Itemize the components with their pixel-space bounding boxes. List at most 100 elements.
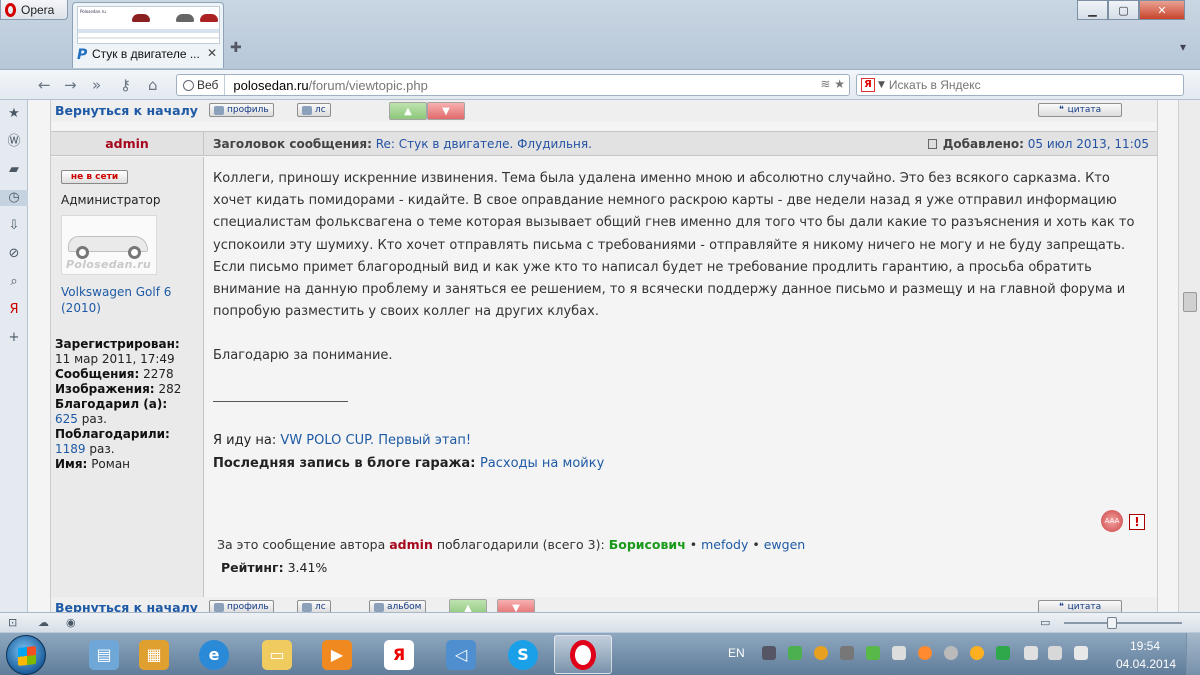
add-panel-icon[interactable]: + [6, 330, 22, 346]
thanks-user-link[interactable]: mefody [701, 537, 748, 552]
profile-button[interactable]: профиль [209, 600, 274, 612]
fast-forward-icon[interactable]: » [92, 76, 101, 94]
scrollbar-thumb[interactable] [1183, 292, 1197, 312]
close-window-icon[interactable]: ✕ [1139, 0, 1185, 20]
taskbar-app-internet-explorer[interactable]: e [185, 635, 243, 674]
bookmarks-star-icon[interactable]: ★ [6, 106, 22, 122]
vertical-scrollbar[interactable] [1178, 100, 1200, 612]
signature-blog-link[interactable]: Расходы на мойку [480, 456, 604, 471]
thanks-separator: • [689, 537, 698, 552]
yandex-icon[interactable]: Я [861, 78, 875, 92]
cloud-icon[interactable]: ☁ [38, 616, 49, 629]
avatar: Polosedan.ru [61, 215, 157, 275]
tray-drive-icon[interactable] [840, 646, 854, 660]
dislike-button[interactable]: ▼ [427, 102, 465, 120]
tray-check-icon[interactable] [866, 646, 880, 660]
post-author[interactable]: admin [51, 132, 204, 155]
quote-button[interactable]: ❝ цитата [1038, 600, 1122, 612]
taskbar-app-yandex[interactable]: Я [370, 635, 428, 674]
tray-battery-icon[interactable] [1048, 646, 1062, 660]
tray-browser-icon[interactable] [814, 646, 828, 660]
profile-button-label: профиль [227, 602, 269, 612]
tray-chrome-icon[interactable] [918, 646, 932, 660]
links-icon[interactable]: ⊘ [6, 246, 22, 262]
tray-tool-icon[interactable] [762, 646, 776, 660]
pm-button[interactable]: лс [297, 600, 331, 612]
album-button[interactable]: альбом [369, 600, 427, 612]
tray-avast-icon[interactable] [970, 646, 984, 660]
back-to-top-link[interactable]: Вернуться к началу [55, 600, 198, 612]
taskbar-app-opera[interactable] [554, 635, 612, 674]
profile-button[interactable]: профиль [209, 103, 274, 117]
dislike-button[interactable]: ▼ [497, 599, 535, 612]
zoom-slider[interactable] [1064, 622, 1182, 624]
internet-explorer-icon: e [199, 639, 229, 670]
notes-icon[interactable]: ▰ [6, 162, 22, 178]
taskbar-app-skype[interactable]: S [494, 635, 552, 674]
key-icon[interactable]: ⚷ [120, 76, 131, 94]
new-tab-icon[interactable]: ✚ [230, 40, 242, 56]
thanks-user-link[interactable]: Борисович [609, 537, 686, 552]
back-arrow-icon[interactable]: ← [38, 76, 51, 94]
tab-close-icon[interactable]: ✕ [207, 46, 217, 60]
thanked-count-link[interactable]: 625 [55, 412, 78, 426]
address-bar[interactable]: Веб polosedan.ru /forum/viewtopic.php ≋ … [176, 74, 850, 96]
pm-button[interactable]: лс [297, 103, 331, 117]
tray-shield-icon[interactable] [788, 646, 802, 660]
panel-toggle-icon[interactable]: ⊡ [8, 616, 17, 629]
search-box[interactable]: Я ▼ [856, 74, 1184, 96]
rss-icon[interactable]: ≋ [820, 77, 830, 91]
thanks-author-link[interactable]: admin [389, 537, 433, 552]
taskbar-app-speaker[interactable]: ◁ [432, 635, 490, 674]
minimize-icon[interactable]: ▁ [1077, 0, 1108, 20]
start-button[interactable] [6, 635, 46, 675]
zoom-view-icon[interactable]: ▭ [1040, 616, 1050, 629]
history-clock-icon[interactable]: ◷ [0, 190, 28, 206]
tray-sync-icon[interactable] [944, 646, 958, 660]
taskbar-app-folder[interactable]: ▭ [248, 635, 306, 674]
tray-flag-icon[interactable] [892, 646, 906, 660]
clock-time[interactable]: 19:54 [1130, 639, 1160, 653]
downloads-icon[interactable]: ⇩ [6, 218, 22, 234]
tab-active[interactable]: Polosedan.ru P Стук в двигателе ... ✕ [72, 2, 224, 68]
bookmark-star-icon[interactable]: ★ [834, 77, 845, 91]
tray-volume-icon[interactable] [1074, 646, 1088, 660]
signature-going-link[interactable]: VW POLO CUP. Первый этап! [280, 433, 471, 448]
taskbar-app-network[interactable]: ▦ [125, 635, 183, 674]
language-indicator[interactable]: EN [728, 646, 745, 660]
search-icon[interactable]: ⌕ [6, 274, 22, 290]
yandex-panel-icon[interactable]: Я [6, 302, 22, 318]
home-icon[interactable]: ⌂ [148, 76, 158, 94]
post-date-value: 05 июл 2013, 11:05 [1027, 137, 1149, 151]
like-button[interactable]: ▲ [389, 102, 427, 120]
address-mode-badge[interactable]: Веб [177, 75, 226, 95]
tab-title: Стук в двигателе ... [92, 47, 200, 61]
report-icon[interactable]: ! [1129, 514, 1145, 530]
forward-arrow-icon[interactable]: → [64, 76, 77, 94]
opera-menu-button[interactable]: Opera [0, 0, 68, 20]
pm-button-label: лс [315, 602, 326, 612]
aaa-badge-icon[interactable]: AAA [1101, 510, 1123, 532]
tab-list-dropdown-icon[interactable]: ▾ [1180, 40, 1186, 54]
search-input[interactable] [888, 78, 1169, 92]
author-car-link[interactable]: Volkswagen Golf 6 (2010) [61, 284, 191, 316]
post-link-icon[interactable] [927, 139, 937, 149]
post-subject-link[interactable]: Re: Стук в двигателе. Флудильня. [376, 137, 592, 151]
like-button[interactable]: ▲ [449, 599, 487, 612]
tray-app-icon[interactable] [996, 646, 1010, 660]
tray-network-icon[interactable] [1024, 646, 1038, 660]
quote-button-label: цитата [1067, 602, 1102, 612]
clock-date[interactable]: 04.04.2014 [1116, 657, 1176, 671]
show-desktop-button[interactable] [1186, 633, 1200, 675]
vw-logo-icon[interactable]: Ⓦ [6, 134, 22, 150]
maximize-icon[interactable]: ▢ [1108, 0, 1139, 20]
search-engine-dropdown-icon[interactable]: ▼ [878, 80, 885, 90]
quote-button[interactable]: ❝ цитата [1038, 103, 1122, 117]
zoom-slider-handle[interactable] [1107, 617, 1118, 629]
thanks-user-link[interactable]: ewgen [764, 537, 805, 552]
registered-value: 11 мар 2011, 17:49 [55, 352, 175, 366]
thanked-by-count-link[interactable]: 1189 [55, 442, 86, 456]
taskbar-app-media[interactable]: ▶ [308, 635, 366, 674]
turbo-icon[interactable]: ◉ [66, 616, 76, 629]
back-to-top-link[interactable]: Вернуться к началу [55, 103, 198, 118]
